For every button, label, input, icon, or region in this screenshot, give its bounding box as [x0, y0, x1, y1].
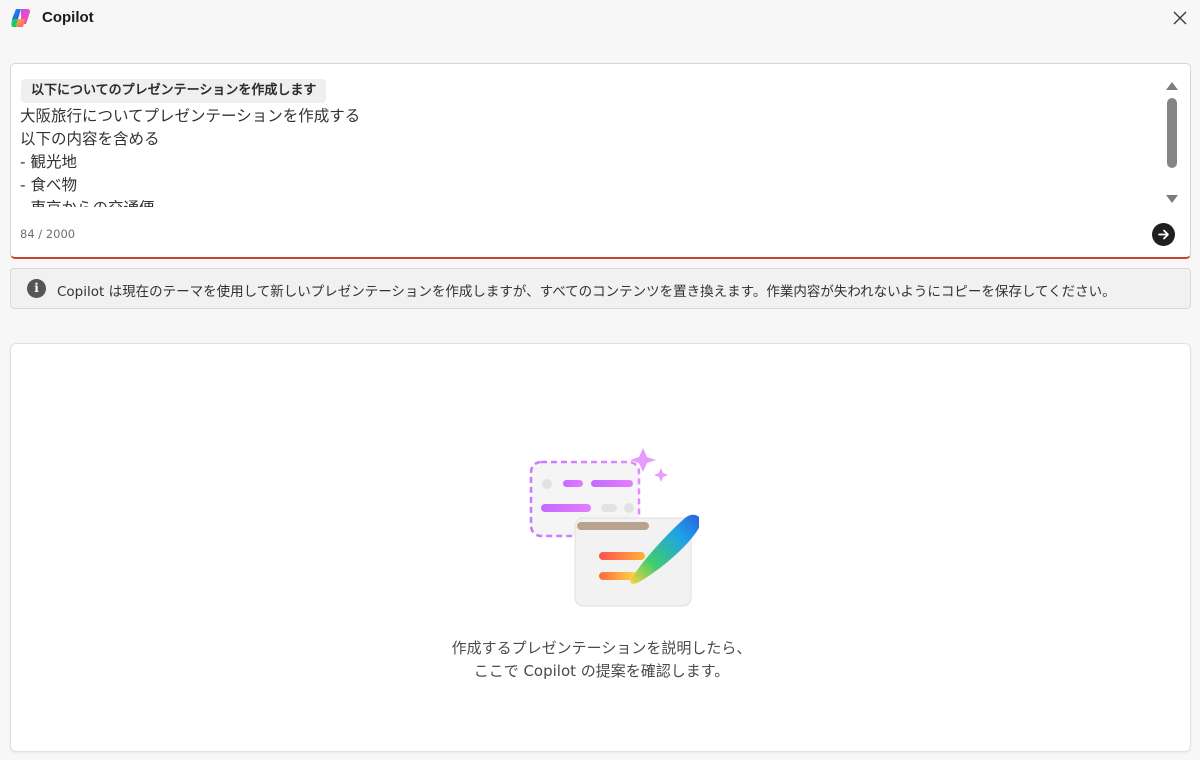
presentation-pen-illustration — [529, 448, 699, 607]
character-count: 84 / 2000 — [20, 227, 76, 241]
prompt-prefix-chip: 以下についてのプレゼンテーションを作成します — [21, 79, 327, 103]
copilot-logo-icon — [11, 9, 30, 27]
send-button[interactable] — [1152, 223, 1175, 246]
info-icon: i — [27, 279, 46, 298]
prompt-scrollbar[interactable] — [1161, 79, 1183, 209]
prompt-input-card[interactable]: 以下についてのプレゼンテーションを作成します 大阪旅行についてプレゼンテーション… — [10, 63, 1191, 259]
prompt-textarea[interactable]: 大阪旅行についてプレゼンテーションを作成する 以下の内容を含める - 観光地 -… — [20, 105, 1150, 207]
title-bar: Copilot — [0, 0, 1200, 38]
info-message-text: Copilot は現在のテーマを使用して新しいプレゼンテーションを作成しますが、… — [57, 284, 1116, 300]
app-title: Copilot — [42, 9, 94, 26]
scroll-thumb[interactable] — [1167, 98, 1177, 168]
info-message-bar: i Copilot は現在のテーマを使用して新しいプレゼンテーションを作成します… — [10, 268, 1191, 309]
suggestions-panel: 作成するプレゼンテーションを説明したら、 ここで Copilot の提案を確認し… — [10, 343, 1191, 752]
arrow-right-icon — [1158, 229, 1169, 240]
scroll-up-arrow-icon[interactable] — [1166, 82, 1178, 90]
scroll-down-arrow-icon[interactable] — [1166, 195, 1178, 203]
close-icon — [1173, 11, 1187, 25]
empty-state-line1: 作成するプレゼンテーションを説明したら、 — [451, 639, 752, 657]
empty-state-line2: ここで Copilot の提案を確認します。 — [473, 662, 730, 680]
close-button[interactable] — [1167, 5, 1193, 31]
